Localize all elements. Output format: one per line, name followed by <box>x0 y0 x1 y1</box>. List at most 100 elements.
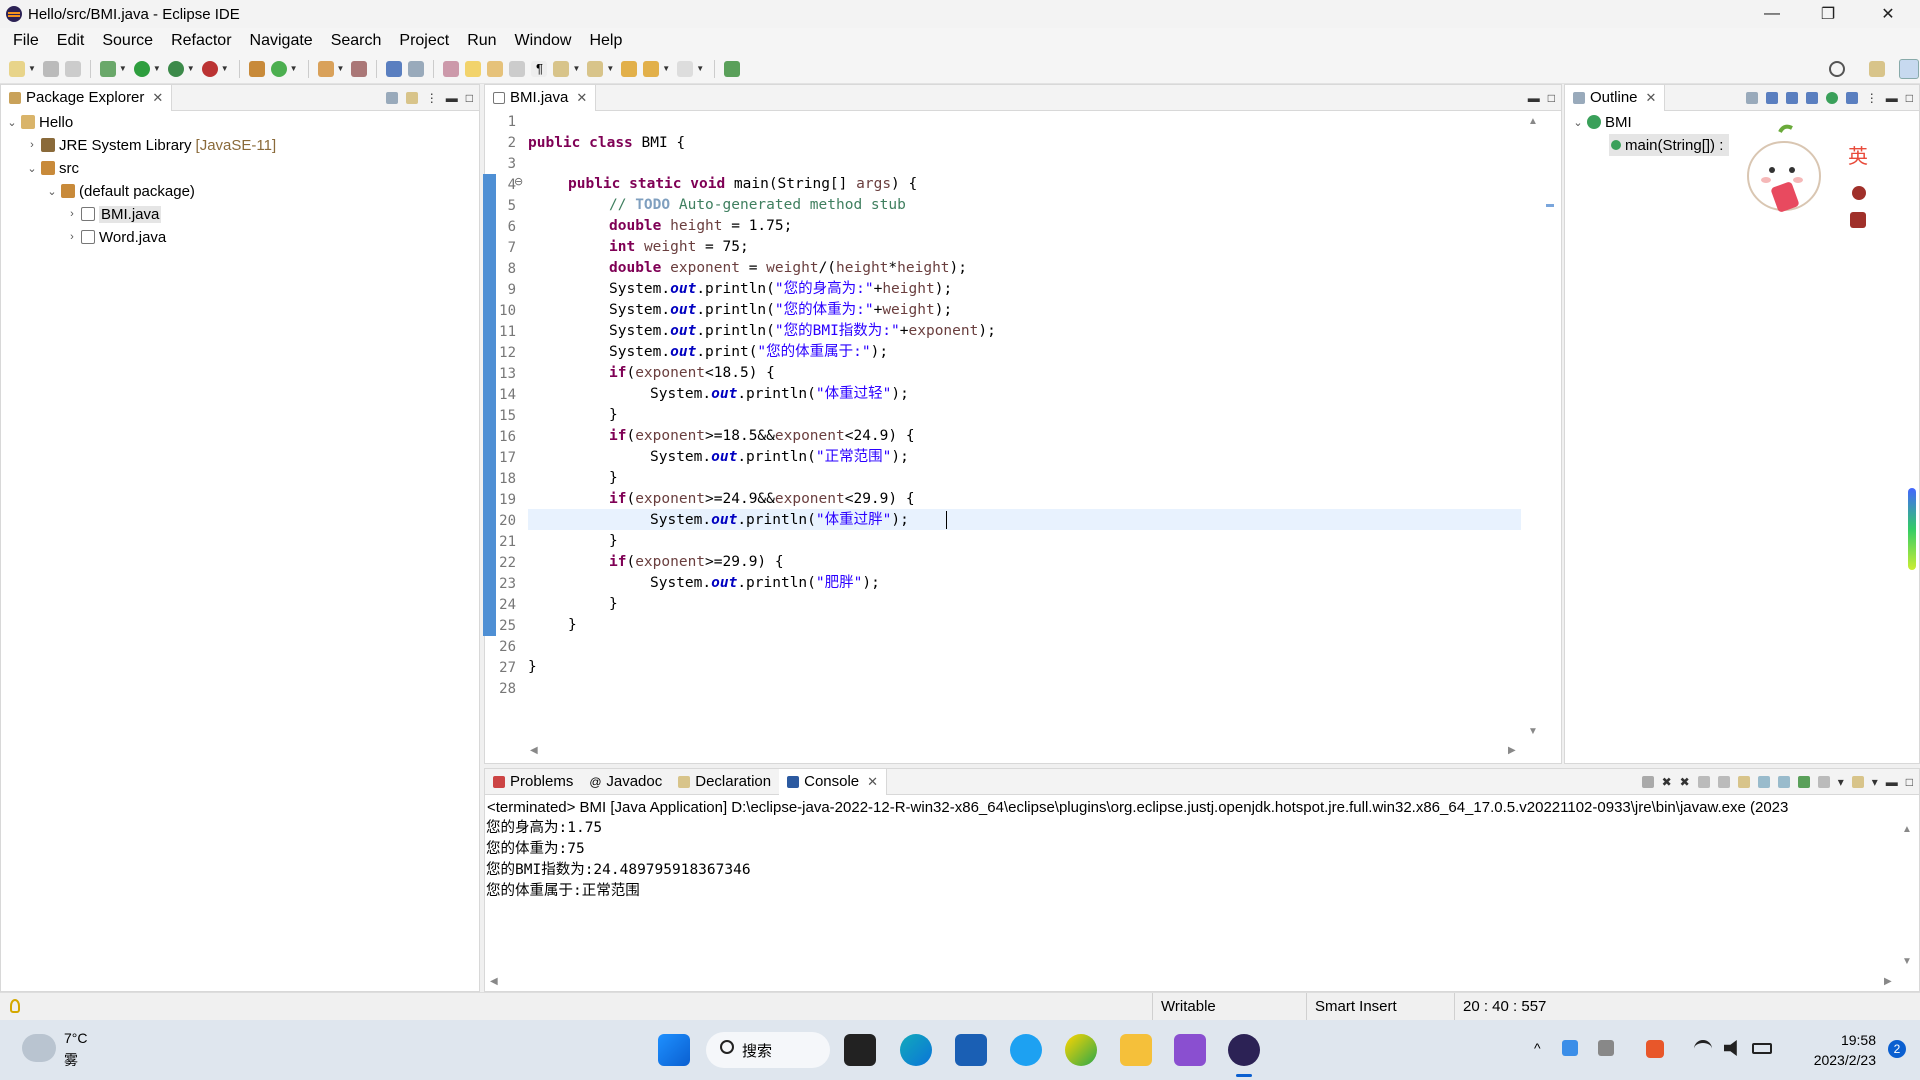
back-dropdown-icon[interactable]: ▼ <box>662 64 670 73</box>
menu-refactor[interactable]: Refactor <box>162 32 240 50</box>
search-icon[interactable] <box>1829 61 1845 77</box>
outline-item-main[interactable]: main(String[]) : <box>1609 134 1730 156</box>
code-line-5[interactable]: // TODO Auto-generated method stub <box>609 195 906 216</box>
scroll-left-icon[interactable]: ◀ <box>490 976 498 987</box>
minimize-view-icon[interactable]: ▬ <box>1528 91 1540 105</box>
menu-window[interactable]: Window <box>506 32 581 50</box>
scroll-left-icon[interactable]: ◀ <box>530 745 538 756</box>
last-edit-location-icon[interactable] <box>621 60 638 77</box>
next-annotation-icon[interactable] <box>553 60 570 77</box>
eclipse-taskbar-icon[interactable] <box>1228 1034 1260 1066</box>
display-console-dropdown-icon[interactable]: ▾ <box>1838 775 1844 789</box>
moon-icon[interactable] <box>1852 186 1866 200</box>
menu-help[interactable]: Help <box>580 32 631 50</box>
close-icon[interactable]: ✕ <box>1646 90 1657 106</box>
run-dropdown-icon[interactable]: ▼ <box>153 64 161 73</box>
back-icon[interactable] <box>643 60 660 77</box>
code-line-24[interactable]: } <box>609 594 618 615</box>
notification-badge[interactable]: 2 <box>1888 1040 1906 1058</box>
coverage-dropdown-icon[interactable]: ▼ <box>187 64 195 73</box>
close-button[interactable]: ✕ <box>1860 0 1916 28</box>
edge-browser-icon[interactable] <box>900 1034 932 1066</box>
weather-condition[interactable]: 雾 <box>64 1050 78 1070</box>
show-on-stderr-icon[interactable] <box>1777 776 1790 788</box>
maximize-view-icon[interactable]: □ <box>1548 91 1555 105</box>
hide-non-public-icon[interactable] <box>1825 92 1838 104</box>
tree-item-bmi-java[interactable]: › BMI.java <box>65 203 162 225</box>
new-java-package-icon[interactable] <box>248 60 265 77</box>
restore-button[interactable]: ❐ <box>1800 0 1856 28</box>
microsoft-store-icon[interactable] <box>955 1034 987 1066</box>
maximize-view-icon[interactable]: □ <box>1906 775 1913 789</box>
search-toolbar-icon[interactable] <box>351 60 368 77</box>
new-java-class-icon[interactable] <box>270 60 287 77</box>
new-dropdown-icon[interactable]: ▼ <box>28 64 36 73</box>
code-line-6[interactable]: double height = 1.75; <box>609 216 792 237</box>
windows-start-icon[interactable] <box>658 1034 690 1066</box>
menu-navigate[interactable]: Navigate <box>241 32 322 50</box>
code-line-13[interactable]: if(exponent<18.5) { <box>609 363 775 384</box>
clock-time[interactable]: 19:58 <box>1800 1032 1876 1048</box>
lightbulb-icon[interactable] <box>10 999 20 1013</box>
link-with-editor-icon[interactable] <box>405 92 418 104</box>
tray-app-icon[interactable] <box>1562 1040 1578 1056</box>
tree-item-jre-library[interactable]: › JRE System Library [JavaSE-11] <box>25 134 276 156</box>
external-tools-icon[interactable] <box>201 60 218 77</box>
show-hidden-icons-icon[interactable]: ^ <box>1534 1040 1541 1056</box>
forward-dropdown-icon[interactable]: ▼ <box>696 64 704 73</box>
hide-static-icon[interactable] <box>1805 92 1818 104</box>
minimize-button[interactable]: — <box>1744 0 1800 28</box>
collapsed-icon[interactable]: › <box>25 139 39 151</box>
collapsed-icon[interactable]: › <box>65 231 79 243</box>
collapse-all-icon[interactable] <box>385 92 398 104</box>
tab-outline[interactable]: Outline ✕ <box>1565 84 1666 111</box>
word-wrap-icon[interactable] <box>509 60 526 77</box>
previous-annotation-dropdown-icon[interactable]: ▼ <box>606 64 614 73</box>
code-line-16[interactable]: if(exponent>=18.5&&exponent<24.9) { <box>609 426 915 447</box>
next-annotation-dropdown-icon[interactable]: ▼ <box>572 64 580 73</box>
outline-item-bmi[interactable]: ⌄ BMI <box>1571 111 1631 133</box>
tab-javadoc[interactable]: @ Javadoc <box>581 769 670 795</box>
fold-icon[interactable]: ⊖ <box>514 175 523 188</box>
task-icon[interactable] <box>408 60 425 77</box>
code-line-9[interactable]: System.out.println("您的身高为:"+height); <box>609 279 952 300</box>
show-whitespace-icon[interactable]: ¶ <box>531 60 548 77</box>
tree-item-default-package[interactable]: ⌄ (default package) <box>45 180 195 202</box>
status-cursor-position[interactable]: 20 : 40 : 557 <box>1454 993 1604 1021</box>
clock-date[interactable]: 2023/2/23 <box>1796 1052 1876 1068</box>
collapsed-icon[interactable]: › <box>65 208 79 220</box>
code-line-14[interactable]: System.out.println("体重过轻"); <box>650 384 909 405</box>
code-line-27[interactable]: } <box>528 657 537 678</box>
tree-item-src[interactable]: ⌄ src <box>25 157 79 179</box>
tab-package-explorer[interactable]: Package Explorer ✕ <box>1 84 173 111</box>
code-line-7[interactable]: int weight = 75; <box>609 237 749 258</box>
terminate-icon[interactable] <box>1641 776 1654 788</box>
menu-file[interactable]: File <box>4 32 48 50</box>
battery-icon[interactable] <box>1752 1043 1772 1054</box>
block-selection-icon[interactable] <box>487 60 504 77</box>
sort-icon[interactable] <box>1765 92 1778 104</box>
code-line-4[interactable]: public static void main(String[] args) { <box>568 174 917 195</box>
scroll-lock-icon[interactable] <box>1717 776 1730 788</box>
toggle-breadcrumb-icon[interactable] <box>443 60 460 77</box>
file-explorer-icon[interactable] <box>1120 1034 1152 1066</box>
tree-item-hello[interactable]: ⌄ Hello <box>5 111 73 133</box>
close-icon[interactable]: ✕ <box>152 90 163 106</box>
tab-console[interactable]: Console ✕ <box>779 768 888 795</box>
code-line-17[interactable]: System.out.println("正常范围"); <box>650 447 909 468</box>
previous-annotation-icon[interactable] <box>587 60 604 77</box>
remove-launch-icon[interactable]: ✖ <box>1662 775 1672 789</box>
tab-declaration[interactable]: Declaration <box>670 769 779 795</box>
open-type-icon[interactable] <box>317 60 334 77</box>
maximize-view-icon[interactable]: □ <box>1906 91 1913 105</box>
ie-browser-icon[interactable] <box>1010 1034 1042 1066</box>
open-type-dropdown-icon[interactable]: ▼ <box>337 64 345 73</box>
tray-settings-icon[interactable] <box>1598 1040 1614 1056</box>
menu-edit[interactable]: Edit <box>48 32 94 50</box>
close-icon[interactable]: ✕ <box>576 90 587 106</box>
ime-language-label[interactable]: 英 <box>1848 140 1868 169</box>
view-menu-icon[interactable]: ⋮ <box>426 91 438 105</box>
run-icon[interactable] <box>133 60 150 77</box>
scroll-down-icon[interactable]: ▼ <box>1902 956 1912 967</box>
minimize-view-icon[interactable]: ▬ <box>1886 91 1898 105</box>
